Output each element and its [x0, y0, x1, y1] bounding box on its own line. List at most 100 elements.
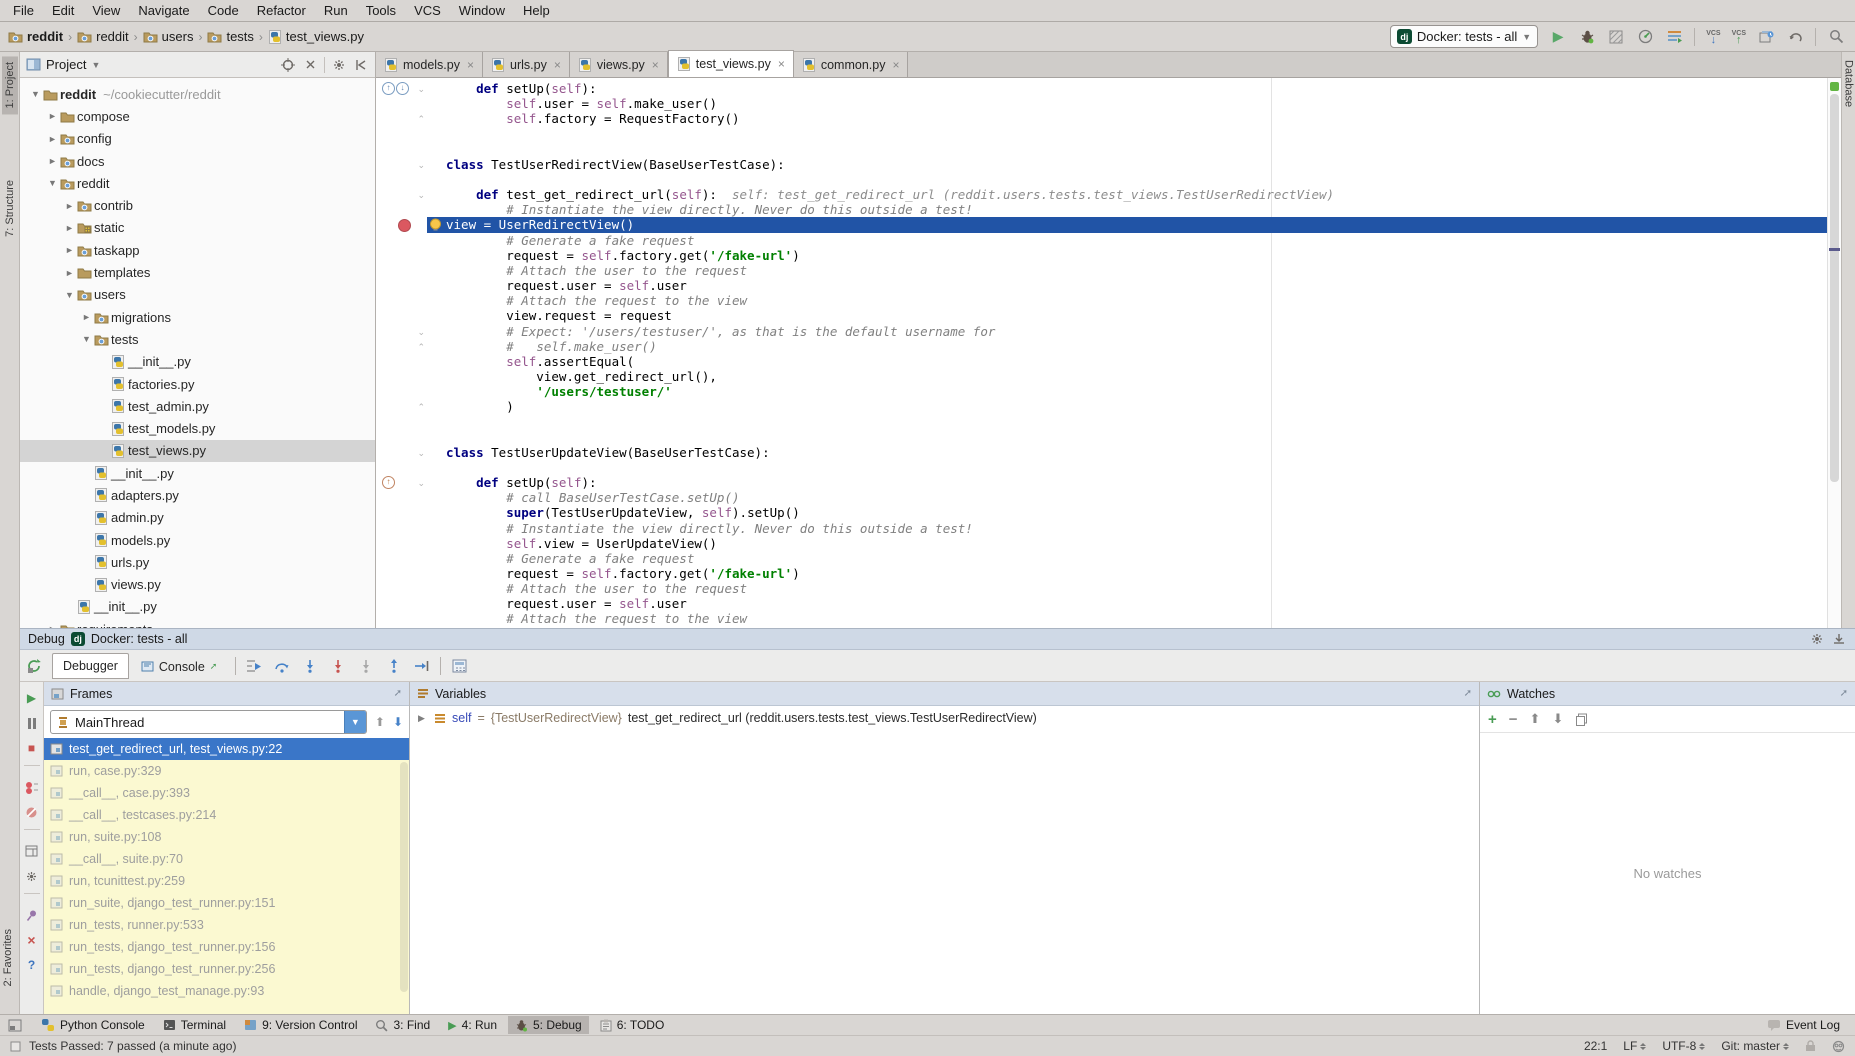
code-line-18[interactable]: ⌃ # self.make_user()	[376, 339, 1827, 354]
code-line-31[interactable]: self.view = UserUpdateView()	[376, 536, 1827, 551]
toolwindow-button-terminal[interactable]: Terminal	[156, 1016, 233, 1034]
fold-marker-icon[interactable]: ⌄	[417, 82, 425, 97]
editor-tab-models-py[interactable]: models.py×	[376, 52, 483, 77]
lightbulb-icon[interactable]	[429, 218, 442, 232]
editor-tab-test-views-py[interactable]: test_views.py×	[668, 50, 794, 77]
code-line-24[interactable]	[376, 430, 1827, 445]
tree-item-models-py[interactable]: models.py	[20, 529, 375, 551]
tree-item-users[interactable]: ▼users	[20, 284, 375, 306]
code-line-7[interactable]	[376, 172, 1827, 187]
code-line-4[interactable]	[376, 126, 1827, 141]
frame-row[interactable]: __call__, testcases.py:214	[44, 804, 409, 826]
fold-marker-icon[interactable]: ⌃	[417, 340, 425, 355]
event-log-button[interactable]: Event Log	[1760, 1016, 1847, 1034]
thread-select[interactable]: MainThread ▼	[50, 710, 367, 734]
override-markers[interactable]: ↑↓	[382, 82, 409, 95]
add-watch-button[interactable]: +	[1488, 711, 1497, 728]
code-line-20[interactable]: view.get_redirect_url(),	[376, 369, 1827, 384]
breadcrumb-item-users[interactable]: users	[143, 29, 194, 44]
override-marker[interactable]: ↑	[382, 476, 395, 489]
vcs-commit-button[interactable]: VCS↑	[1732, 30, 1746, 44]
lock-icon[interactable]	[1805, 1040, 1816, 1052]
tree-item-reddit[interactable]: ▼reddit	[20, 172, 375, 194]
tool-window-switcher-icon[interactable]	[8, 1019, 22, 1032]
tree-item-test-views-py[interactable]: test_views.py	[20, 440, 375, 462]
close-tab-icon[interactable]: ×	[776, 57, 785, 71]
editor-tab-common-py[interactable]: common.py×	[794, 52, 909, 77]
tree-expand-open-icon[interactable]: ▼	[79, 334, 94, 344]
code-line-12[interactable]: request = self.factory.get('/fake-url')	[376, 248, 1827, 263]
variable-row[interactable]: ▶ self = {TestUserRedirectView} test_get…	[410, 706, 1479, 730]
code-line-13[interactable]: # Attach the user to the request	[376, 263, 1827, 278]
tree-item-requirements[interactable]: ►requirements	[20, 618, 375, 628]
run-button[interactable]: ▶	[1549, 28, 1567, 46]
tree-item-factories-py[interactable]: factories.py	[20, 373, 375, 395]
menu-view[interactable]: View	[83, 1, 129, 20]
show-changes-button[interactable]	[1757, 28, 1775, 46]
profiler-button[interactable]	[1636, 28, 1654, 46]
resume-button[interactable]: ▶	[24, 690, 40, 706]
toolwindow-button-6-todo[interactable]: 6: TODO	[593, 1016, 672, 1034]
code-line-30[interactable]: # Instantiate the view directly. Never d…	[376, 521, 1827, 536]
frames-scrollbar[interactable]	[400, 762, 408, 992]
remove-watch-button[interactable]: −	[1509, 711, 1518, 728]
tree-expand-closed-icon[interactable]: ►	[62, 268, 77, 278]
rollback-button[interactable]	[1786, 28, 1804, 46]
tree-item-views-py[interactable]: views.py	[20, 574, 375, 596]
hide-panel-button[interactable]	[353, 57, 369, 73]
help-button[interactable]: ?	[24, 957, 40, 973]
float-panel-icon[interactable]: ➚	[394, 688, 402, 699]
breadcrumb-item-reddit[interactable]: reddit	[77, 29, 129, 44]
tree-item-static[interactable]: ►static	[20, 217, 375, 239]
code-line-33[interactable]: request = self.factory.get('/fake-url')	[376, 566, 1827, 581]
move-watch-up-button[interactable]: ⬆	[1530, 711, 1541, 727]
code-line-2[interactable]: self.user = self.make_user()	[376, 96, 1827, 111]
smart-step-into-button[interactable]	[356, 656, 376, 676]
debug-tab-debugger[interactable]: Debugger	[52, 653, 129, 679]
tree-item-init-py[interactable]: __init__.py	[20, 596, 375, 618]
tree-expand-closed-icon[interactable]: ►	[45, 134, 60, 144]
fold-marker-icon[interactable]: ⌃	[417, 112, 425, 127]
tree-item-templates[interactable]: ►templates	[20, 261, 375, 283]
close-tab-icon[interactable]: ×	[890, 58, 899, 72]
fold-marker-icon[interactable]: ⌄	[417, 325, 425, 340]
expand-arrow-icon[interactable]: ▶	[418, 713, 428, 724]
caret-position[interactable]: 22:1	[1584, 1039, 1607, 1053]
run-to-cursor-button[interactable]	[412, 656, 432, 676]
breakpoint-icon[interactable]	[398, 219, 411, 232]
tree-item-test-models-py[interactable]: test_models.py	[20, 417, 375, 439]
menu-run[interactable]: Run	[315, 1, 357, 20]
hide-debug-window-button[interactable]	[1831, 631, 1847, 647]
close-debug-button[interactable]: ×	[24, 932, 40, 948]
close-tab-icon[interactable]: ×	[650, 58, 659, 72]
code-line-23[interactable]	[376, 414, 1827, 429]
encoding-widget[interactable]: UTF-8	[1662, 1039, 1705, 1053]
toolwindow-button-9-version-control[interactable]: 9: Version Control	[237, 1016, 364, 1034]
frame-up-button[interactable]: ⬆	[375, 715, 385, 729]
code-line-19[interactable]: self.assertEqual(	[376, 354, 1827, 369]
menu-file[interactable]: File	[4, 1, 43, 20]
step-over-button[interactable]	[272, 656, 292, 676]
code-line-15[interactable]: # Attach the request to the view	[376, 293, 1827, 308]
tree-expand-open-icon[interactable]: ▼	[62, 290, 77, 300]
menu-refactor[interactable]: Refactor	[248, 1, 315, 20]
inspection-ok-indicator[interactable]	[1830, 82, 1839, 91]
view-breakpoints-button[interactable]	[24, 779, 40, 795]
tree-expand-closed-icon[interactable]: ►	[45, 111, 60, 121]
code-line-3[interactable]: ⌃ self.factory = RequestFactory()	[376, 111, 1827, 126]
code-line-8[interactable]: ⌄ def test_get_redirect_url(self): self:…	[376, 187, 1827, 202]
menu-edit[interactable]: Edit	[43, 1, 83, 20]
tree-item-test-admin-py[interactable]: test_admin.py	[20, 395, 375, 417]
code-line-34[interactable]: # Attach the user to the request	[376, 581, 1827, 596]
duplicate-watch-button[interactable]	[1575, 713, 1588, 726]
tree-item-admin-py[interactable]: admin.py	[20, 507, 375, 529]
tree-expand-closed-icon[interactable]: ►	[45, 156, 60, 166]
menu-tools[interactable]: Tools	[357, 1, 405, 20]
frame-row[interactable]: __call__, suite.py:70	[44, 848, 409, 870]
code-line-29[interactable]: super(TestUserUpdateView, self).setUp()	[376, 505, 1827, 520]
tree-expand-closed-icon[interactable]: ►	[62, 201, 77, 211]
toolwindow-button-4-run[interactable]: ▶4: Run	[441, 1016, 504, 1034]
tree-item-docs[interactable]: ►docs	[20, 150, 375, 172]
intention-bulb-icon[interactable]	[429, 218, 442, 232]
line-separator-widget[interactable]: LF	[1623, 1039, 1646, 1053]
